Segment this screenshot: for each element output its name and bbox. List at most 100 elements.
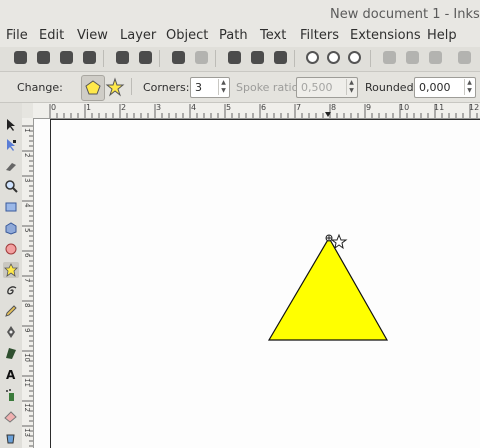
ruler-label: 8 [331, 103, 337, 112]
ruler-label: 6 [23, 253, 31, 258]
zoom-icon[interactable] [3, 178, 19, 194]
commands-bar [0, 47, 480, 72]
ruler-ticks [49, 104, 478, 118]
ruler-label: 9 [23, 328, 31, 333]
star-polygon-icon[interactable] [3, 262, 19, 278]
ruler-label: 4 [23, 203, 31, 208]
pen-icon[interactable] [3, 324, 19, 340]
calligraphy-icon[interactable] [3, 345, 19, 361]
ruler-label: 12 [23, 403, 31, 412]
text-icon[interactable]: A [3, 366, 19, 382]
rounded-value: 0,000 [419, 81, 451, 94]
ruler-label: 10 [23, 353, 31, 362]
pencil-icon[interactable] [3, 303, 19, 319]
ruler-label: 5 [226, 103, 232, 112]
unlink-clone-icon[interactable] [429, 51, 442, 64]
zoom-page-icon[interactable] [348, 51, 361, 64]
spray-icon[interactable] [3, 387, 19, 403]
menu-extensions[interactable]: Extensions [350, 28, 421, 43]
eraser-icon[interactable] [3, 408, 19, 424]
tool-controls-bar: Change: Corners: 3 ▲ ▼ Spoke ratio: 0,500… [0, 72, 480, 103]
corners-label: Corners: [143, 81, 190, 94]
copy-icon[interactable] [228, 51, 241, 64]
separator [370, 50, 371, 67]
3d-box-icon[interactable] [3, 220, 19, 236]
ruler-label: 7 [23, 278, 31, 283]
stepper-arrows[interactable]: ▲ ▼ [464, 79, 474, 95]
title-bar: New document 1 - Inksc [0, 0, 480, 27]
menu-filters[interactable]: Filters [300, 28, 339, 43]
polygon-icon [85, 80, 101, 95]
ruler-ticks [22, 125, 33, 447]
menu-view[interactable]: View [77, 28, 108, 43]
rectangle-icon[interactable] [3, 199, 19, 215]
ruler-label: 11 [23, 378, 31, 387]
zoom-drawing-icon[interactable] [327, 51, 340, 64]
ruler-label: 7 [296, 103, 302, 112]
cut-icon[interactable] [251, 51, 264, 64]
svg-text:A: A [6, 368, 16, 381]
change-label: Change: [17, 81, 63, 94]
zoom-selection-icon[interactable] [306, 51, 319, 64]
bucket-icon[interactable] [3, 429, 19, 445]
ruler-label: 4 [191, 103, 197, 112]
stepper-arrows[interactable]: ▲ ▼ [346, 79, 356, 95]
ruler-label: 11 [434, 103, 445, 112]
menu-path[interactable]: Path [219, 28, 248, 43]
duplicate-icon[interactable] [383, 51, 396, 64]
separator [294, 50, 295, 67]
separator [103, 50, 104, 67]
drawing-canvas[interactable] [34, 119, 480, 448]
ruler-label: 10 [399, 103, 410, 112]
new-document-icon[interactable] [14, 51, 27, 64]
rounded-stepper[interactable]: 0,000 ▲ ▼ [414, 77, 476, 98]
ruler-label: 3 [156, 103, 162, 112]
menu-help[interactable]: Help [427, 28, 457, 43]
ruler-label: 8 [23, 303, 31, 308]
toolbox: A [0, 103, 23, 448]
ruler-label: 13 [23, 428, 31, 437]
star-toggle[interactable] [104, 75, 126, 99]
open-icon[interactable] [37, 51, 50, 64]
page-border-top [50, 119, 480, 120]
ellipse-icon[interactable] [3, 241, 19, 257]
star-icon [105, 77, 125, 97]
group-icon[interactable] [458, 51, 471, 64]
print-icon[interactable] [83, 51, 96, 64]
page-border-left [50, 119, 51, 448]
ruler-label: 0 [51, 103, 57, 112]
window-title: New document 1 - Inksc [330, 7, 480, 22]
menu-edit[interactable]: Edit [39, 28, 64, 43]
menu-bar: File Edit View Layer Object Path Text Fi… [0, 27, 480, 47]
ruler-label: 12 [469, 103, 480, 112]
menu-layer[interactable]: Layer [120, 28, 156, 43]
corners-value: 3 [195, 81, 202, 94]
separator [215, 50, 216, 67]
node-icon[interactable] [3, 137, 19, 153]
horizontal-ruler[interactable]: 0 1 2 3 4 5 6 7 8 9 10 11 12 [33, 103, 480, 119]
menu-file[interactable]: File [6, 28, 28, 43]
separator [159, 50, 160, 67]
clone-icon[interactable] [406, 51, 419, 64]
save-icon[interactable] [60, 51, 73, 64]
spoke-ratio-stepper[interactable]: 0,500 ▲ ▼ [296, 77, 358, 98]
corners-stepper[interactable]: 3 ▲ ▼ [190, 77, 230, 98]
vertical-ruler[interactable]: 1 2 3 4 5 6 7 8 9 10 11 12 13 [22, 118, 34, 448]
selector-icon[interactable] [3, 117, 19, 133]
ruler-label: 2 [121, 103, 127, 112]
export-icon[interactable] [139, 51, 152, 64]
ruler-label: 1 [86, 103, 92, 112]
stepper-arrows[interactable]: ▲ ▼ [218, 79, 228, 95]
ruler-corner [22, 103, 33, 118]
redo-icon[interactable] [195, 51, 208, 64]
spoke-ratio-value: 0,500 [301, 81, 333, 94]
tweak-icon[interactable] [3, 158, 19, 174]
paste-icon[interactable] [274, 51, 287, 64]
ruler-label: 2 [23, 153, 31, 158]
spiral-icon[interactable] [3, 283, 19, 299]
polygon-toggle[interactable] [81, 75, 105, 101]
menu-object[interactable]: Object [166, 28, 208, 43]
import-icon[interactable] [116, 51, 129, 64]
undo-icon[interactable] [172, 51, 185, 64]
menu-text[interactable]: Text [260, 28, 286, 43]
